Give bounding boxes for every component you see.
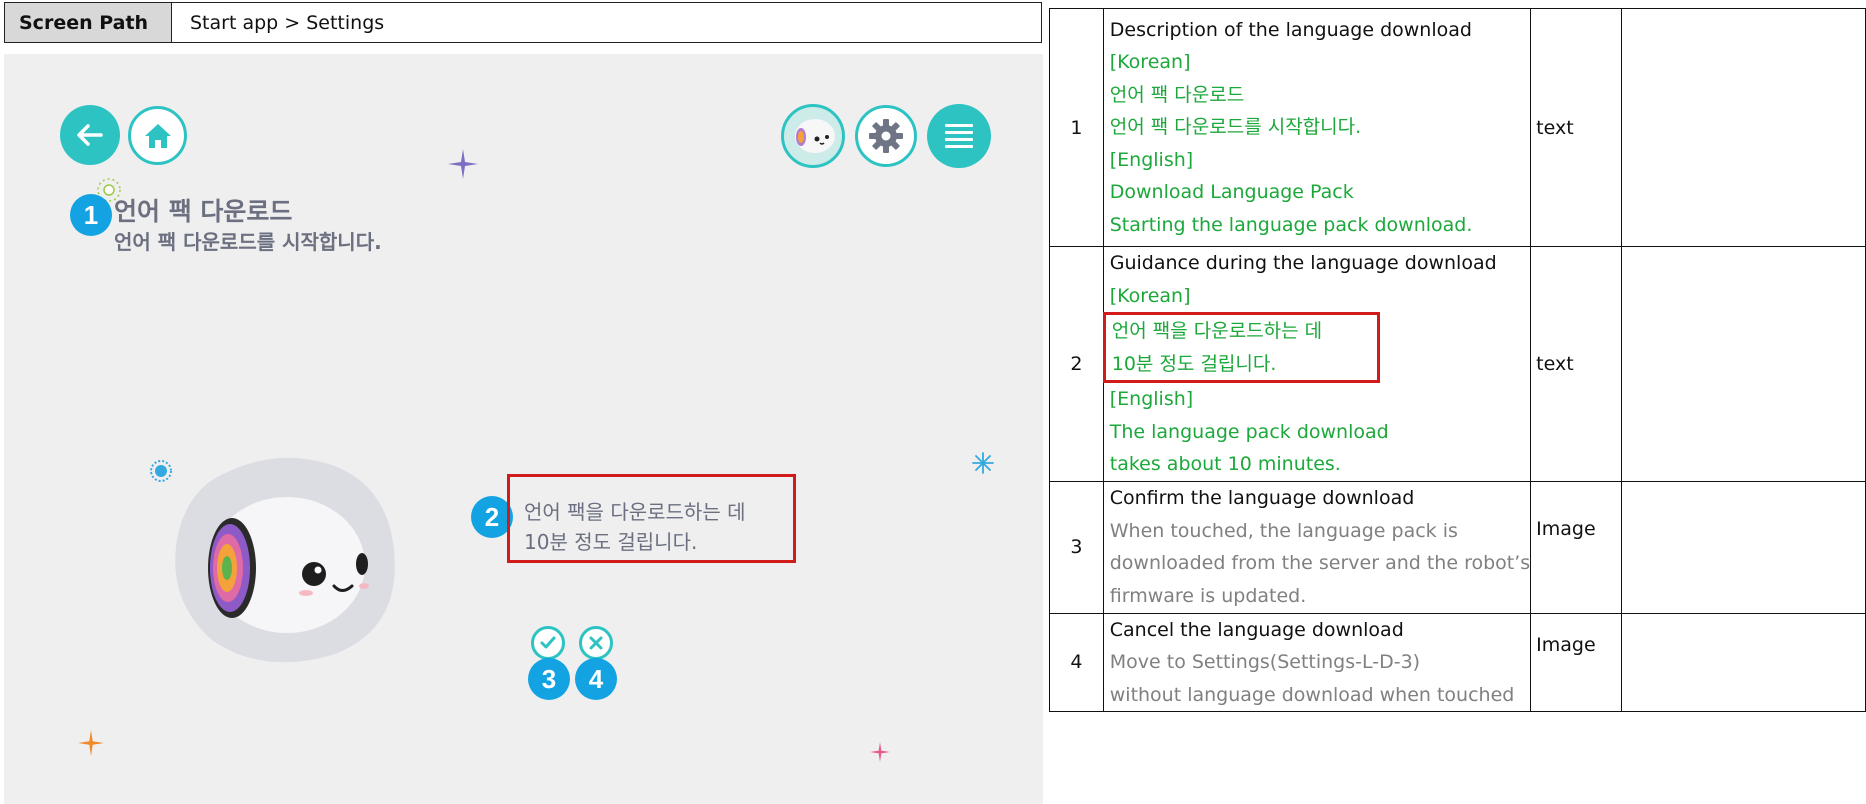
row-line: [Korean]	[1109, 51, 1191, 74]
row-number: 2	[1049, 246, 1104, 482]
back-arrow-icon	[77, 124, 103, 146]
robot-avatar-button[interactable]	[781, 104, 845, 168]
sparkle-orange-icon	[78, 730, 104, 756]
highlighted-korean-guidance: 언어 팩을 다운로드하는 데 10분 정도 걸립니다.	[1102, 312, 1381, 383]
table-row: 3 Confirm the language download When tou…	[1049, 480, 1866, 614]
row-number: 4	[1049, 612, 1104, 712]
row-title: Guidance during the language download	[1109, 252, 1497, 274]
row-type: text	[1530, 8, 1623, 247]
download-subtitle: 언어 팩 다운로드를 시작합니다.	[114, 230, 382, 254]
row-line: takes about 10 minutes.	[1109, 453, 1341, 475]
row-type: text	[1530, 246, 1623, 482]
row-number: 3	[1049, 480, 1104, 614]
row-line: Download Language Pack	[1109, 181, 1354, 204]
menu-icon	[945, 124, 973, 148]
check-icon	[540, 636, 556, 649]
row-line: When touched, the language pack is	[1109, 519, 1458, 542]
row-line: 언어 팩을 다운로드하는 데	[1111, 320, 1323, 342]
home-icon	[144, 123, 171, 148]
row-line: 10분 정도 걸립니다.	[1111, 352, 1277, 375]
download-title: 언어 팩 다운로드	[114, 197, 293, 226]
row-line: 언어 팩 다운로드를 시작합니다.	[1109, 116, 1362, 139]
cancel-button[interactable]	[579, 626, 613, 660]
row-line: Move to Settings(Settings-L-D-3)	[1109, 651, 1421, 673]
row-line: Starting the language pack download.	[1109, 213, 1473, 236]
table-row: 4 Cancel the language download Move to S…	[1049, 612, 1866, 712]
row-line: firmware is updated.	[1109, 584, 1307, 607]
row-line: without language download when touched	[1109, 683, 1515, 706]
back-button[interactable]	[60, 105, 120, 165]
robot-avatar-icon	[795, 119, 835, 153]
row-type: Image	[1530, 480, 1623, 614]
row-line: [English]	[1109, 388, 1194, 410]
row-description: Description of the language download [Ko…	[1102, 8, 1532, 247]
row-description: Cancel the language download Move to Set…	[1102, 612, 1532, 712]
download-guidance-box: 언어 팩을 다운로드하는 데 10분 정도 걸립니다.	[507, 474, 796, 563]
confirm-button[interactable]	[531, 626, 565, 660]
app-screen-mockup: 1 언어 팩 다운로드 언어 팩 다운로드를 시작합니다. 2 언어 팩을 다운…	[4, 54, 1043, 804]
table-row: 2 Guidance during the language download …	[1049, 246, 1866, 482]
sparkle-icon	[448, 149, 478, 179]
table-row: 1 Description of the language download […	[1049, 8, 1866, 247]
settings-button[interactable]	[855, 105, 917, 167]
row-title: Confirm the language download	[1109, 487, 1415, 509]
gear-icon	[869, 119, 903, 153]
sparkle-burst-icon	[150, 460, 172, 482]
robot-illustration	[175, 457, 395, 663]
close-icon	[589, 636, 603, 650]
row-description: Guidance during the language download [K…	[1102, 246, 1532, 482]
row-note	[1621, 246, 1866, 482]
sparkle-pink-icon	[870, 742, 890, 762]
home-button[interactable]	[128, 106, 187, 165]
row-line: [English]	[1109, 148, 1194, 171]
spec-table: 1 Description of the language download […	[1049, 8, 1866, 712]
menu-button[interactable]	[927, 104, 991, 168]
row-type: Image	[1530, 612, 1623, 712]
screen-path-bar: Screen Path Start app > Settings	[4, 2, 1042, 43]
guidance-line-1: 언어 팩을 다운로드하는 데	[524, 500, 746, 524]
row-note	[1621, 8, 1866, 247]
row-number: 1	[1049, 8, 1104, 247]
marker-3: 3	[528, 658, 570, 700]
marker-1: 1	[70, 194, 112, 236]
row-line: [Korean]	[1109, 284, 1191, 307]
row-note	[1621, 612, 1866, 712]
snowflake-icon	[972, 452, 994, 474]
screen-path-value: Start app > Settings	[190, 11, 385, 34]
row-line: The language pack download	[1109, 420, 1389, 443]
row-line: 언어 팩 다운로드	[1109, 83, 1245, 106]
marker-4: 4	[575, 658, 617, 700]
guidance-line-2: 10분 정도 걸립니다.	[524, 530, 698, 554]
row-note	[1621, 480, 1866, 614]
screen-path-label: Screen Path	[5, 3, 172, 42]
row-title: Description of the language download	[1109, 18, 1472, 41]
row-description: Confirm the language download When touch…	[1102, 480, 1532, 614]
row-line: downloaded from the server and the robot…	[1109, 552, 1531, 574]
row-title: Cancel the language download	[1109, 618, 1404, 641]
